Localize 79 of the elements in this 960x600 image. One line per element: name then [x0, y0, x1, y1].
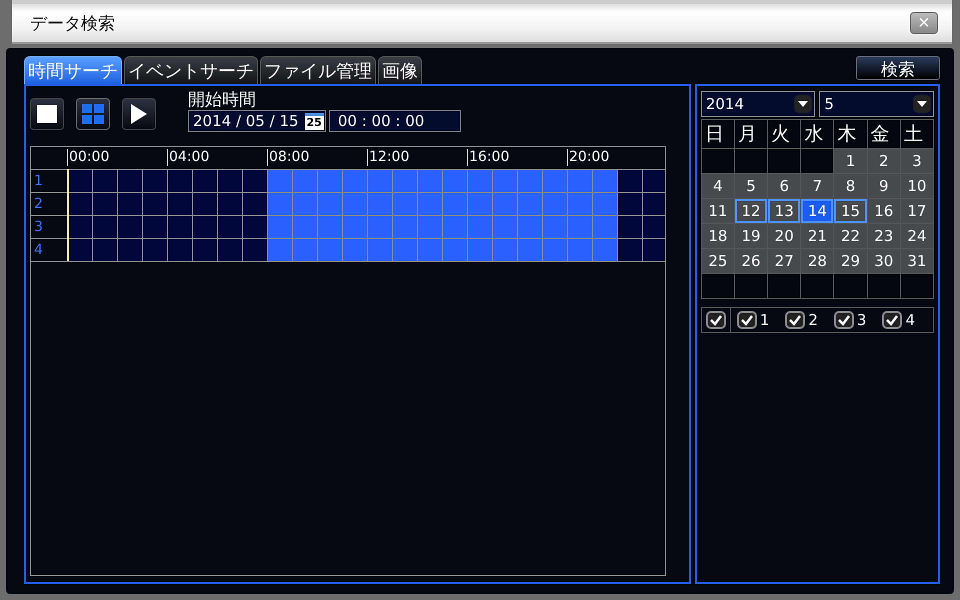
weekday-label: 木 — [834, 120, 867, 148]
time-tick-label: 20:00 — [567, 149, 610, 166]
tab[interactable]: ファイル管理 — [260, 56, 376, 84]
calendar-day[interactable]: 28 — [801, 249, 834, 273]
calendar-day[interactable]: 23 — [868, 224, 900, 248]
calendar-day[interactable]: 30 — [868, 249, 900, 273]
time-tick-label: 04:00 — [167, 149, 210, 166]
calendar-day[interactable]: 24 — [900, 224, 933, 248]
channel-number: 2 — [808, 311, 818, 329]
calendar-day[interactable]: 20 — [768, 224, 800, 248]
date-field[interactable]: 2014 / 05 / 15 25 — [188, 110, 326, 132]
single-view-button[interactable] — [30, 98, 64, 130]
calendar-day[interactable]: 19 — [734, 224, 768, 248]
channel-label: 2 — [33, 195, 44, 214]
play-icon — [131, 104, 147, 124]
checked-checkbox[interactable] — [706, 311, 726, 329]
channel-number: 4 — [905, 311, 915, 329]
calendar-day[interactable]: 6 — [768, 174, 800, 198]
time-tick-label: 08:00 — [267, 149, 310, 166]
month-dropdown[interactable]: 5 — [819, 91, 934, 117]
calendar-icon[interactable]: 25 — [304, 112, 324, 130]
weekday-label: 日 — [702, 120, 734, 148]
calendar-day[interactable]: 1 — [834, 149, 867, 173]
calendar-day[interactable]: 5 — [734, 174, 768, 198]
weekday-label: 金 — [868, 120, 900, 148]
channel-label: 1 — [33, 172, 44, 191]
calendar-day[interactable]: 26 — [734, 249, 768, 273]
calendar-day[interactable]: 31 — [900, 249, 933, 273]
calendar-day[interactable]: 11 — [702, 199, 734, 223]
channel-label: 3 — [33, 218, 44, 237]
time-field[interactable]: 00 : 00 : 00 — [328, 110, 461, 132]
play-button[interactable] — [122, 98, 156, 130]
grid-icon — [82, 104, 104, 124]
calendar-day[interactable]: 14 — [801, 199, 834, 223]
channel-label: 4 — [33, 241, 44, 260]
time-tick-label: 16:00 — [467, 149, 510, 166]
calendar-day[interactable]: 4 — [702, 174, 734, 198]
calendar-day[interactable]: 17 — [900, 199, 933, 223]
calendar-day[interactable]: 29 — [834, 249, 867, 273]
calendar-day[interactable]: 7 — [801, 174, 834, 198]
tab[interactable]: 画像 — [378, 56, 422, 84]
time-tick-label: 12:00 — [367, 149, 410, 166]
calendar-day[interactable]: 10 — [900, 174, 933, 198]
start-time-label: 開始時間 — [188, 89, 257, 110]
checked-checkbox[interactable] — [736, 311, 757, 329]
recording-track[interactable] — [67, 193, 665, 215]
calendar-day[interactable]: 9 — [868, 174, 900, 198]
calendar-day[interactable]: 25 — [702, 249, 734, 273]
quad-view-button[interactable] — [76, 98, 110, 130]
checked-checkbox[interactable] — [785, 311, 806, 329]
channel-number: 1 — [760, 311, 770, 329]
recording-track[interactable] — [67, 216, 665, 238]
calendar-day[interactable]: 3 — [900, 149, 933, 173]
checked-checkbox[interactable] — [834, 311, 854, 329]
calendar-day[interactable]: 22 — [834, 224, 867, 248]
channel-number: 3 — [856, 311, 866, 329]
calendar-day[interactable]: 16 — [868, 199, 900, 223]
calendar-day[interactable]: 8 — [834, 174, 867, 198]
tab[interactable]: 時間サーチ — [24, 56, 122, 84]
calendar-day[interactable]: 18 — [702, 224, 734, 248]
search-button[interactable]: 検索 — [856, 56, 940, 80]
tab[interactable]: イベントサーチ — [124, 56, 258, 84]
calendar-day[interactable]: 13 — [768, 199, 800, 223]
weekday-label: 水 — [801, 120, 834, 148]
year-dropdown[interactable]: 2014 — [700, 91, 816, 117]
square-icon — [37, 105, 57, 123]
recording-track[interactable] — [67, 170, 665, 192]
checked-checkbox[interactable] — [882, 311, 902, 329]
weekday-label: 月 — [734, 120, 768, 148]
calendar-day[interactable]: 12 — [734, 199, 768, 223]
calendar-day[interactable]: 15 — [834, 199, 867, 223]
calendar-day[interactable]: 2 — [868, 149, 900, 173]
calendar-day[interactable]: 27 — [768, 249, 800, 273]
window-title: データ検索 — [30, 12, 115, 34]
calendar-day[interactable]: 21 — [801, 224, 834, 248]
weekday-label: 火 — [768, 120, 800, 148]
weekday-label: 土 — [900, 120, 933, 148]
time-tick-label: 00:00 — [67, 149, 110, 166]
recording-track[interactable] — [67, 239, 665, 261]
